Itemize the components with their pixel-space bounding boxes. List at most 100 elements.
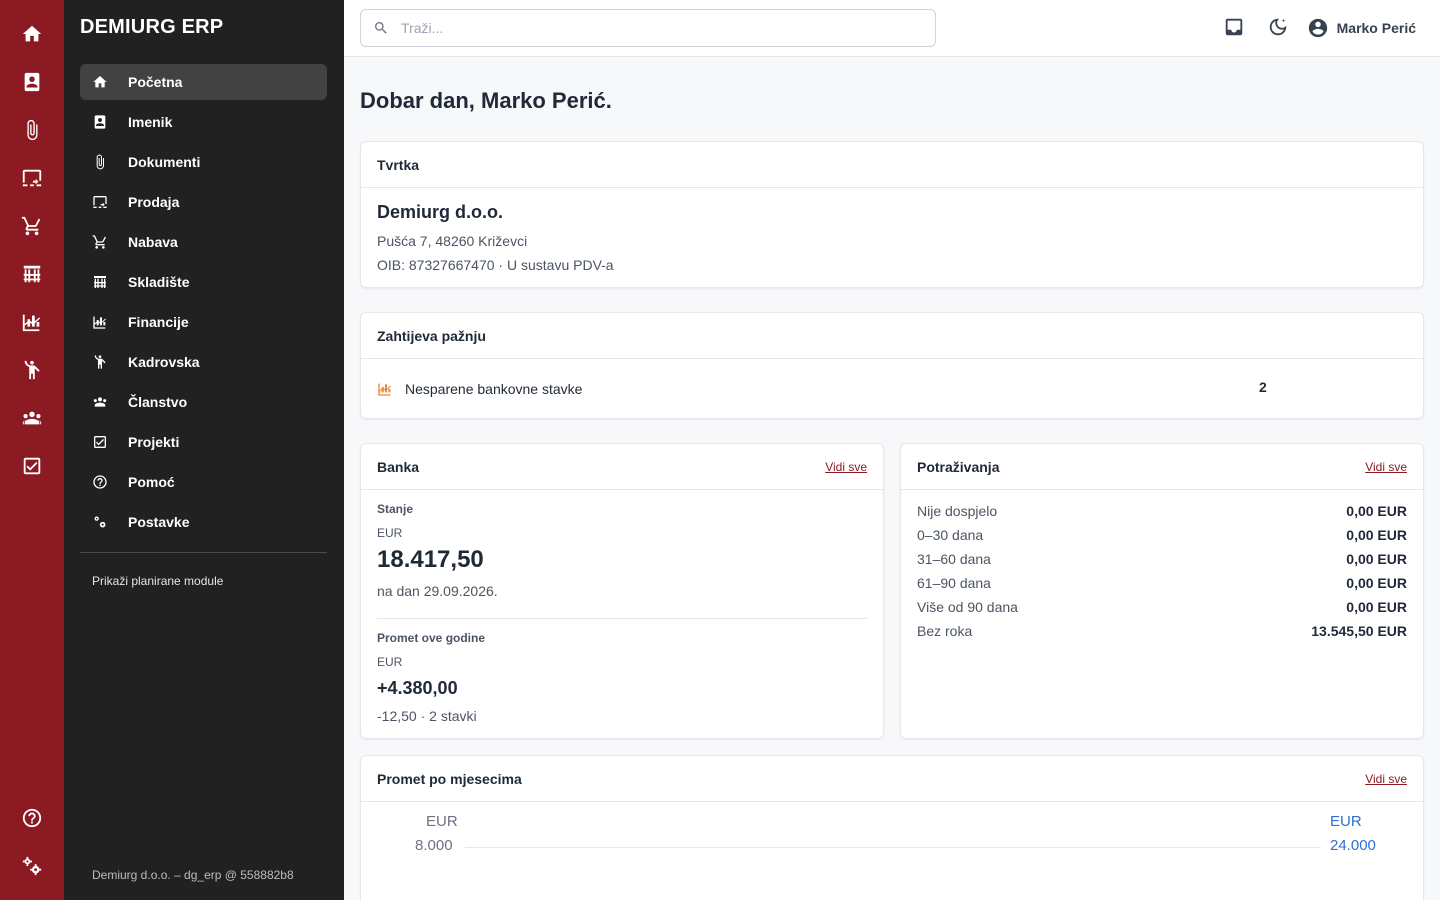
- rail-home[interactable]: [0, 14, 64, 54]
- company-card: Tvrtka Demiurg d.o.o. Pušća 7, 48260 Kri…: [360, 141, 1424, 288]
- rail-membership[interactable]: [0, 398, 64, 438]
- sidebar-item-nabava[interactable]: Nabava: [80, 224, 327, 260]
- receivables-card-header: Potraživanja Vidi sve: [901, 444, 1423, 490]
- rail-contacts[interactable]: [0, 62, 64, 102]
- sidebar-nav: Početna Imenik Dokumenti Prodaja Nabava …: [80, 64, 327, 544]
- attention-card-header: Zahtijeva pažnju: [361, 313, 1423, 359]
- paperclip-icon: [92, 154, 108, 170]
- sidebar-item-skladiste[interactable]: Skladište: [80, 264, 327, 300]
- warehouse-icon: [23, 265, 41, 283]
- receivables-row-value: 0,00 EUR: [1346, 599, 1407, 615]
- sidebar-item-dokumenti[interactable]: Dokumenti: [80, 144, 327, 180]
- receivables-row-label: Nije dospjelo: [917, 503, 998, 519]
- sidebar-item-label: Postavke: [128, 514, 190, 530]
- receivables-view-all-link[interactable]: Vidi sve: [1365, 460, 1407, 474]
- show-planned-modules-link[interactable]: Prikaži planirane module: [92, 574, 223, 588]
- settings-icon: [22, 856, 42, 876]
- cart-icon: [92, 234, 108, 250]
- rail-documents[interactable]: [0, 110, 64, 150]
- sidebar-divider: [80, 552, 327, 553]
- sidebar-footer: Demiurg d.o.o. – dg_erp @ 558882b8: [92, 868, 294, 882]
- paperclip-icon: [27, 119, 38, 141]
- rail-help[interactable]: [0, 798, 64, 838]
- icon-rail: [0, 0, 64, 900]
- sidebar-item-kadrovska[interactable]: Kadrovska: [80, 344, 327, 380]
- receivables-row-label: 31–60 dana: [917, 551, 991, 567]
- turnover-amount: +4.380,00: [377, 678, 458, 698]
- person-icon: [24, 360, 40, 380]
- receivables-row-label: Bez roka: [917, 623, 973, 639]
- sidebar-item-imenik[interactable]: Imenik: [80, 104, 327, 140]
- sidebar: DEMIURG ERP Početna Imenik Dokumenti Pro…: [64, 0, 344, 900]
- rail-finance[interactable]: [0, 302, 64, 342]
- company-address: Pušća 7, 48260 Križevci: [377, 233, 528, 249]
- settings-icon: [92, 514, 108, 530]
- right-axis-unit: EUR: [1330, 813, 1362, 830]
- bank-view-all-link[interactable]: Vidi sve: [825, 460, 867, 474]
- checkbox-icon: [92, 434, 108, 450]
- monthly-card-header: Promet po mjesecima Vidi sve: [361, 756, 1423, 802]
- left-axis-unit: EUR: [426, 813, 458, 830]
- company-tax-info: OIB: 87327667470 · U sustavu PDV-a: [377, 257, 614, 273]
- sidebar-item-label: Dokumenti: [128, 154, 201, 170]
- sidebar-item-pomoc[interactable]: Pomoć: [80, 464, 327, 500]
- sidebar-item-label: Prodaja: [128, 194, 180, 210]
- receivables-row-value: 0,00 EUR: [1346, 503, 1407, 519]
- rail-warehouse[interactable]: [0, 254, 64, 294]
- rail-projects[interactable]: [0, 446, 64, 486]
- rail-hr[interactable]: [0, 350, 64, 390]
- sidebar-item-projekti[interactable]: Projekti: [80, 424, 327, 460]
- sidebar-item-label: Članstvo: [128, 394, 188, 410]
- bank-card: Banka Vidi sve Stanje EUR 18.417,50 na d…: [360, 443, 884, 739]
- turnover-label: Promet ove godine: [377, 631, 486, 645]
- finance-chart-icon: [92, 314, 108, 330]
- sidebar-item-label: Pomoć: [128, 474, 175, 490]
- group-icon: [22, 411, 42, 425]
- receivables-row-label: Više od 90 dana: [917, 599, 1018, 615]
- receivables-row: Više od 90 dana 0,00 EUR: [917, 595, 1407, 619]
- sidebar-item-clanstvo[interactable]: Članstvo: [80, 384, 327, 420]
- receivables-card-title: Potraživanja: [917, 458, 1000, 475]
- user-menu[interactable]: Marko Perić: [1307, 16, 1416, 40]
- search-box[interactable]: [360, 9, 936, 47]
- sidebar-item-pocetna[interactable]: Početna: [80, 64, 327, 100]
- inbox-button[interactable]: [1223, 16, 1247, 40]
- sidebar-item-label: Projekti: [128, 434, 180, 450]
- bank-card-header: Banka Vidi sve: [361, 444, 883, 490]
- warehouse-icon: [92, 274, 108, 290]
- attention-card-title: Zahtijeva pažnju: [377, 327, 486, 344]
- search-input[interactable]: [401, 20, 901, 36]
- page-title: Dobar dan, Marko Perić.: [360, 88, 612, 113]
- help-icon: [92, 474, 108, 490]
- attention-item-label: Nesparene bankovne stavke: [405, 381, 583, 397]
- rail-purchasing[interactable]: [0, 206, 64, 246]
- search-icon: [375, 22, 387, 34]
- receivables-row: 0–30 dana 0,00 EUR: [917, 523, 1407, 547]
- company-card-title: Tvrtka: [377, 156, 420, 173]
- receivables-card: Potraživanja Vidi sve Nije dospjelo 0,00…: [900, 443, 1424, 739]
- monthly-view-all-link[interactable]: Vidi sve: [1365, 772, 1407, 786]
- cart-icon: [21, 216, 41, 236]
- home-icon: [92, 74, 108, 90]
- attention-item[interactable]: Nesparene bankovne stavke 2: [377, 379, 1407, 399]
- rail-sales[interactable]: [0, 158, 64, 198]
- receivables-row: Bez roka 13.545,50 EUR: [917, 619, 1407, 643]
- receivables-row: Nije dospjelo 0,00 EUR: [917, 499, 1407, 523]
- balance-date: na dan 29.09.2026.: [377, 583, 498, 599]
- sidebar-item-label: Kadrovska: [128, 354, 200, 370]
- point-of-sale-icon: [22, 169, 42, 187]
- monthly-turnover-card: Promet po mjesecima Vidi sve EUR 8.000 E…: [360, 755, 1424, 900]
- account-circle-icon: [1308, 18, 1327, 38]
- dark-mode-toggle[interactable]: [1267, 16, 1291, 40]
- sidebar-item-prodaja[interactable]: Prodaja: [80, 184, 327, 220]
- finance-chart-icon: [22, 314, 41, 332]
- sidebar-item-financije[interactable]: Financije: [80, 304, 327, 340]
- turnover-currency: EUR: [377, 655, 403, 669]
- help-icon: [22, 808, 42, 828]
- sidebar-item-postavke[interactable]: Postavke: [80, 504, 327, 540]
- rail-settings[interactable]: [0, 846, 64, 886]
- balance-label: Stanje: [377, 502, 414, 516]
- finance-chart-icon: [378, 383, 391, 396]
- sidebar-item-label: Skladište: [128, 274, 190, 290]
- chart-gridline: [465, 847, 1321, 848]
